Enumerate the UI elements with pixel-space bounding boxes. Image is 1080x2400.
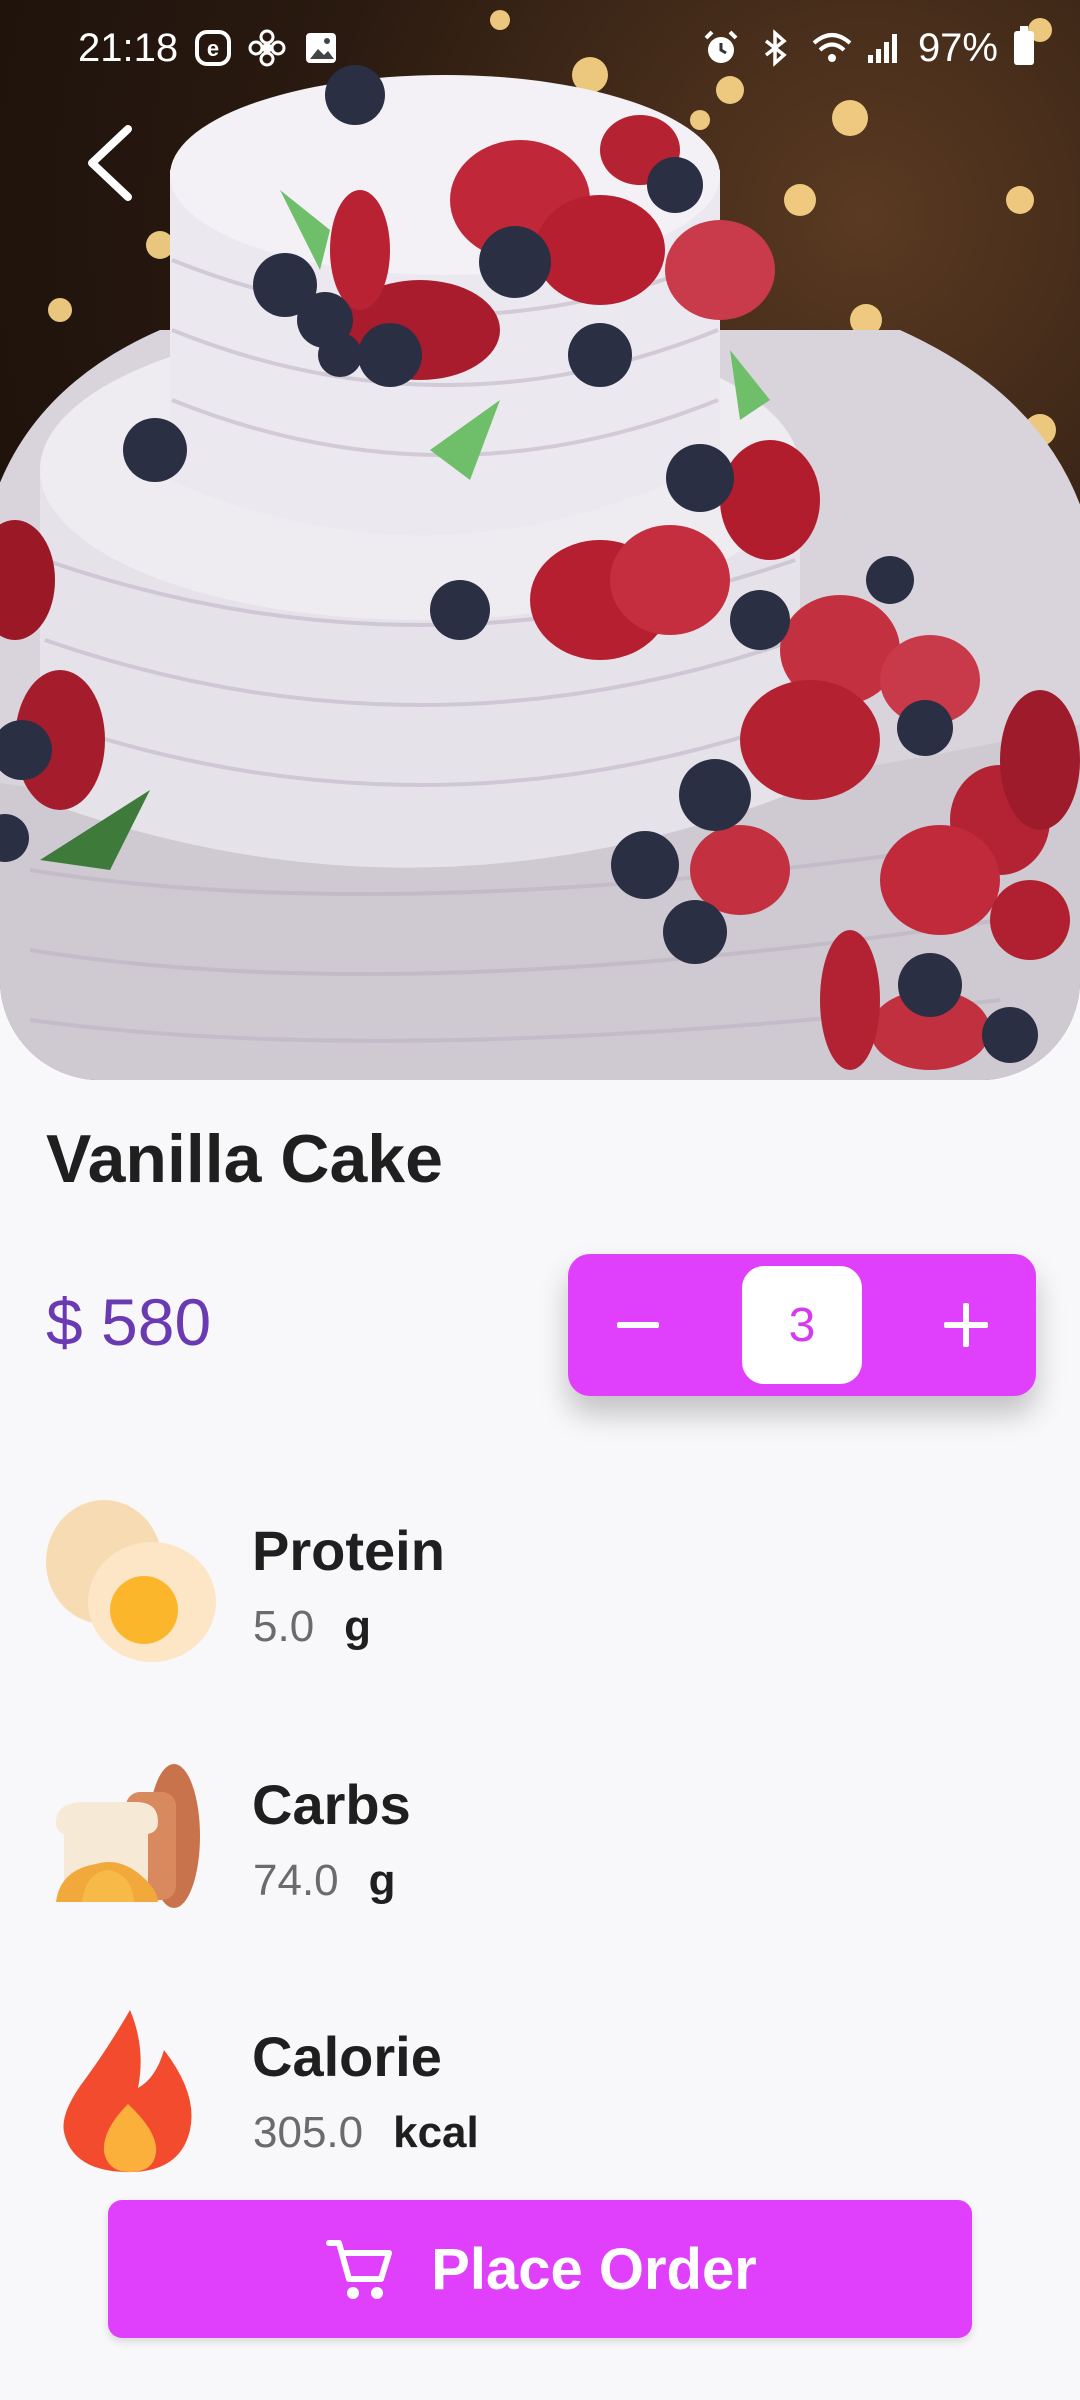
product-detail-screen: 21:18 e 97% Vanilla Cake $ 580 3 Protein… xyxy=(0,0,1080,2400)
nutrient-unit: g xyxy=(344,1602,372,1651)
nutrient-value: 5.0 xyxy=(253,1602,315,1651)
flame-icon xyxy=(63,2010,192,2173)
signal-icon xyxy=(864,29,902,67)
nutrient-unit: g xyxy=(368,1856,396,1905)
product-price: $ 580 xyxy=(46,1285,212,1359)
nutrient-unit: kcal xyxy=(393,2108,479,2157)
gallery-icon xyxy=(302,29,340,67)
product-hero-image xyxy=(0,0,1080,1080)
place-order-label: Place Order xyxy=(431,2236,757,2302)
nutrient-amount: 74.0 g xyxy=(253,1856,396,1906)
nutrient-name: Protein xyxy=(252,1519,445,1582)
nutrient-protein: Protein 5.0 g xyxy=(46,1498,746,1668)
nutrient-value: 74.0 xyxy=(253,1856,339,1905)
clock: 21:18 xyxy=(78,25,179,70)
wifi-icon xyxy=(810,29,852,67)
nutrient-amount: 305.0 kcal xyxy=(253,2108,479,2158)
decrease-quantity-button[interactable] xyxy=(568,1254,708,1396)
status-bar: 21:18 e 97% xyxy=(0,0,1080,96)
quantity-stepper: 3 xyxy=(568,1254,1036,1396)
back-button[interactable] xyxy=(70,118,150,208)
bluetooth-icon xyxy=(756,29,794,67)
nutrient-calorie: Calorie 305.0 kcal xyxy=(46,2004,746,2174)
fan-icon xyxy=(248,29,286,67)
svg-text:e: e xyxy=(207,36,219,61)
egg-icon xyxy=(46,1500,216,1662)
nutrient-name: Calorie xyxy=(252,2025,442,2088)
minus-icon xyxy=(617,1322,659,1328)
cart-icon xyxy=(326,2240,393,2299)
nutrient-amount: 5.0 g xyxy=(253,1602,371,1652)
quantity-value: 3 xyxy=(742,1266,862,1384)
increase-quantity-button[interactable] xyxy=(896,1254,1036,1396)
place-order-button[interactable]: Place Order xyxy=(108,2200,972,2338)
battery-icon xyxy=(1014,26,1034,65)
product-title: Vanilla Cake xyxy=(46,1121,443,1197)
alarm-icon xyxy=(702,29,740,67)
e-badge-icon: e xyxy=(194,29,232,67)
chevron-left-icon xyxy=(88,125,132,201)
nutrient-value: 305.0 xyxy=(253,2108,364,2157)
nutrient-name: Carbs xyxy=(252,1773,411,1836)
battery-percent: 97% xyxy=(917,25,998,70)
nutrient-carbs: Carbs 74.0 g xyxy=(46,1752,746,1922)
bread-icon xyxy=(56,1764,200,1908)
